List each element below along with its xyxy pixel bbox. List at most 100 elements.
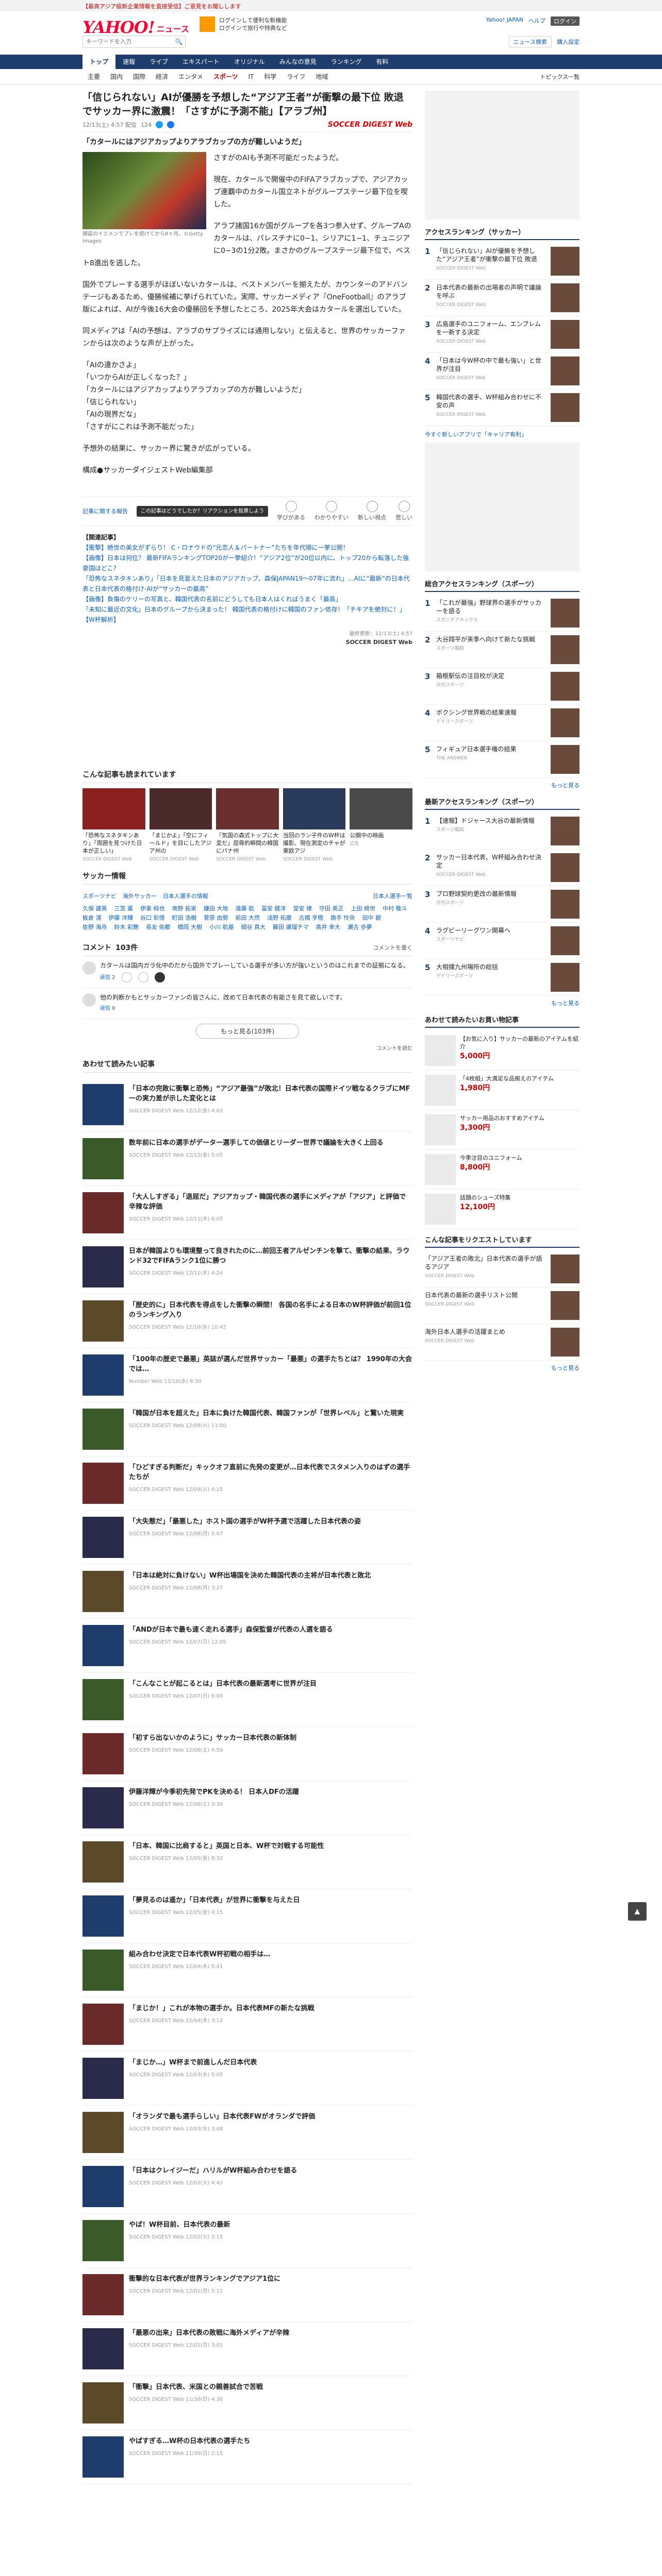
player-link[interactable]: 橋岡 大樹 <box>178 923 203 932</box>
recommend-card[interactable]: 当回のラン子件のW杯は撮影、現在測定のチャが東欧アジ SOCCER DIGEST … <box>283 788 346 863</box>
thumbs-down-icon[interactable] <box>138 972 148 982</box>
more-icon[interactable] <box>154 972 165 982</box>
reply-link[interactable]: 返信 0 <box>100 1004 115 1013</box>
sidebar-ad[interactable] <box>425 443 580 571</box>
thumbs-up-icon[interactable] <box>121 972 132 982</box>
rank-item[interactable]: 1 「これが最強」野球界の選手がサッカーを語る スポニチアネックス <box>425 595 580 632</box>
scroll-top-button[interactable]: ▲ <box>628 1902 647 1921</box>
login-button[interactable]: ログイン <box>551 16 580 26</box>
cat-tab[interactable]: トップ <box>82 55 116 69</box>
player-link[interactable]: 町田 浩樹 <box>172 913 197 923</box>
facebook-share-icon[interactable] <box>167 121 174 128</box>
feed-item[interactable]: 「大人しすぎる」「退屈だ」アジアカップ・韓国代表の選手にメディアが「アジア」と評… <box>82 1186 412 1240</box>
player-link[interactable]: 佐野 海舟 <box>82 923 107 932</box>
feed-item[interactable]: 「ひどすぎる判断だ」キックオフ直前に先発の変更が…日本代表でスタメン入りのはずの… <box>82 1456 412 1511</box>
cat-tab[interactable]: 速報 <box>115 55 142 69</box>
feed-item[interactable]: 「100年の歴史で最悪」英誌が選んだ世界サッカー「最悪」の選手たちとは？ 199… <box>82 1348 412 1402</box>
player-link[interactable]: 冨安 健洋 <box>261 904 286 913</box>
sub-tab[interactable]: 主要 <box>82 72 105 81</box>
player-link[interactable]: 三笘 薫 <box>114 904 134 913</box>
feed-item[interactable]: 「こんなことが起こるとは」日本代表の最新選考に世界が注目 SOCCER DIGES… <box>82 1673 412 1727</box>
recommend-card[interactable]: 「恐怖なスネタキンあり」「周囲を見つけた日本が正しい」 SOCCER DIGEST… <box>82 788 145 863</box>
reaction-learn[interactable]: 学びがある <box>277 501 305 521</box>
feed-item[interactable]: 「まじか！」これが本物の選手か。日本代表MFの新たな挑戦 SOCCER DIGES… <box>82 1997 412 2052</box>
sidebar-link[interactable]: 今すぐ新しいアプリで「キャリア有利」 <box>425 430 580 438</box>
help-link[interactable]: ヘルプ <box>528 16 545 26</box>
rank-item[interactable]: 2 日本代表の最新の出場者の声明で議論を呼ぶ SOCCER DIGEST Web <box>425 280 580 316</box>
shop-item[interactable]: サッカー用品のおすすめアイテム 3,300円 <box>425 1110 580 1150</box>
player-link[interactable]: 上田 綺世 <box>351 904 376 913</box>
source-name[interactable]: SOCCER DIGEST Web <box>82 639 412 646</box>
info-tab[interactable]: 海外サッカー <box>123 892 157 900</box>
rank-item[interactable]: 4 「日本は今W杯の中で最も強い」と世界が注目 SOCCER DIGEST Web <box>425 353 580 389</box>
rank-item[interactable]: 5 大相撲九州場所の総括 デイリースポーツ <box>425 959 580 996</box>
player-link[interactable]: 浅野 拓磨 <box>267 913 292 923</box>
rank-item[interactable]: 4 ボクシング世界戦の結果速報 デイリースポーツ <box>425 705 580 741</box>
feed-item[interactable]: 「大失態だ」「最悪した」ホスト国の選手がW杯予選で活躍した日本代表の姿 SOCCE… <box>82 1511 412 1565</box>
rank-item[interactable]: 3 広島選手のユニフォーム、エンブレムを一新する決定 SOCCER DIGEST W… <box>425 316 580 353</box>
news-item[interactable]: 日本代表の最新の選手リスト公開 SOCCER DIGEST Web <box>425 1287 580 1324</box>
sidebar-ad[interactable] <box>425 91 580 219</box>
feed-item[interactable]: 「ANDが日本で最も速く走れる選手」森保監督が代表の人選を語る SOCCER DI… <box>82 1619 412 1673</box>
sub-tab[interactable]: 地域 <box>310 72 333 81</box>
rank-item[interactable]: 3 プロ野球契約更改の最新情報 日刊スポーツ <box>425 886 580 923</box>
feed-item[interactable]: 「日本はクレイジーだ」ハリルがW杯組み合わせを語る SOCCER DIGEST W… <box>82 2160 412 2214</box>
news-item[interactable]: 海外日本人選手の活躍まとめ SOCCER DIGEST Web <box>425 1324 580 1361</box>
feed-item[interactable]: 「まじか…」W杯まで前進しんだ日本代表 SOCCER DIGEST Web 12/… <box>82 2052 412 2106</box>
top-promo-banner[interactable]: 【最高アジア級新企業情報を直接受信】ご意見をお聞しします <box>0 0 662 11</box>
player-link[interactable]: 守田 英正 <box>319 904 344 913</box>
player-link[interactable]: 旗手 怜央 <box>330 913 355 923</box>
sub-tab-sports[interactable]: スポーツ <box>208 72 243 81</box>
player-link[interactable]: 堂安 律 <box>293 904 312 913</box>
sub-tab[interactable]: 国内 <box>105 72 128 81</box>
media-logo[interactable]: SOCCER DIGEST Web <box>328 121 412 129</box>
rank-item[interactable]: 2 大谷翔平が来季へ向けて新たな挑戦 スポーツ報知 <box>425 632 580 668</box>
recommend-card[interactable]: 「気国の森式トップに大変だ」屈辱的瞬間の韓国にパナ州 SOCCER DIGEST … <box>216 788 279 863</box>
rank-item[interactable]: 5 フィギュア日本選手権の結果 THE ANSWER <box>425 741 580 778</box>
cat-tab[interactable]: ランキング <box>324 55 369 69</box>
header-ad[interactable]: ログインして便利な新機能 ログインで旅行や特典など <box>199 16 287 32</box>
player-link[interactable]: 久保 建英 <box>82 904 107 913</box>
feed-item[interactable]: 「韓国が日本を超えた」日本に負けた韓国代表、韓国ファンが「世界レベル」と驚いた現… <box>82 1402 412 1456</box>
cat-tab[interactable]: エキスパート <box>175 55 227 69</box>
sub-tab[interactable]: 科学 <box>259 72 282 81</box>
player-link[interactable]: 伊東 純也 <box>140 904 165 913</box>
more-comments-button[interactable]: もっと見る(103件) <box>196 1024 299 1039</box>
ranking3-more[interactable]: もっと見る <box>425 999 580 1007</box>
feed-item[interactable]: 「日本、韓国に比肩すると」英国と日本、W杯で対戦する可能性 SOCCER DIGE… <box>82 1835 412 1889</box>
feed-item[interactable]: 「オランダで最も選手らしい」日本代表FWがオランダで評価 SOCCER DIGES… <box>82 2106 412 2160</box>
player-link[interactable]: 南野 拓実 <box>172 904 197 913</box>
sub-tab[interactable]: ライフ <box>282 72 310 81</box>
rank-item[interactable]: 5 韓国代表の選手、W杯組み合わせに不安の声 SOCCER DIGEST Web <box>425 389 580 426</box>
reply-link[interactable]: 返信 2 <box>100 973 115 982</box>
player-link[interactable]: 瀬古 歩夢 <box>347 923 372 932</box>
feed-item[interactable]: やばすぎる…W杯の日本代表の選手たち SOCCER DIGEST Web 11/3… <box>82 2430 412 2484</box>
search-input[interactable] <box>83 36 173 47</box>
feed-item[interactable]: 衝撃的な日本代表が世界ランキングでアジア1位に SOCCER DIGEST Web… <box>82 2268 412 2322</box>
player-link[interactable]: 古橋 亨梧 <box>299 913 324 923</box>
feed-item[interactable]: 「初すら出ないかのように」サッカー日本代表の新体制 SOCCER DIGEST W… <box>82 1727 412 1781</box>
feed-item[interactable]: 「日本は絶対に負けない」W杯出場国を決めた韓国代表の主将が日本代表と敗北 SOCC… <box>82 1565 412 1619</box>
player-link[interactable]: 遠藤 航 <box>236 904 255 913</box>
comment-count[interactable]: 124 <box>141 122 152 128</box>
yahoo-japan-link[interactable]: Yahoo! JAPAN <box>486 16 523 26</box>
related-link[interactable]: 「恐怖なスネタキンあり」「日本を見習えた日本のアジアカップ、森保JAPAN19〜… <box>82 575 410 592</box>
cat-tab[interactable]: 有料 <box>369 55 395 69</box>
topics-list-link[interactable]: トピックス一覧 <box>540 73 580 81</box>
purchase-settings-link[interactable]: 購入設定 <box>557 38 580 46</box>
info-tab[interactable]: 日本人選手の情報 <box>163 892 208 900</box>
player-link[interactable]: 前田 大然 <box>236 913 260 923</box>
shop-item[interactable]: 【お気に入り】サッカーの最新のアイテムを紹介 5,000円 <box>425 1031 580 1071</box>
rank-item[interactable]: 3 箱根駅伝の注目校が決定 日刊スポーツ <box>425 668 580 705</box>
rank-item[interactable]: 2 サッカー日本代表、W杯組み合わせ決定 SOCCER DIGEST Web <box>425 850 580 886</box>
related-link[interactable]: 【衝撃】絶世の美女がずらり！ C・ロナウドの“元恋人＆パートナー”たちを年代順に… <box>82 544 349 551</box>
player-link[interactable]: 板倉 滉 <box>82 913 102 923</box>
feed-item[interactable]: 「夢見るのは遥か」「日本代表」が世界に衝撃を与えた日 SOCCER DIGEST … <box>82 1889 412 1943</box>
player-link[interactable]: 鈴木 彩艶 <box>114 923 139 932</box>
report-link[interactable]: 記事に関する報告 <box>82 507 128 515</box>
news-item[interactable]: 「アジア王者の敗北」日本代表の選手が語るアジア SOCCER DIGEST Web <box>425 1251 580 1287</box>
player-link[interactable]: 菅原 由勢 <box>204 913 228 923</box>
recommend-card[interactable]: 公開中の映画 広告 <box>350 788 412 863</box>
feed-item[interactable]: 伊藤洋輝が今季初先発でPKを決める！ 日本人DFの活躍 SOCCER DIGEST… <box>82 1781 412 1835</box>
ranking2-more[interactable]: もっと見る <box>425 781 580 789</box>
